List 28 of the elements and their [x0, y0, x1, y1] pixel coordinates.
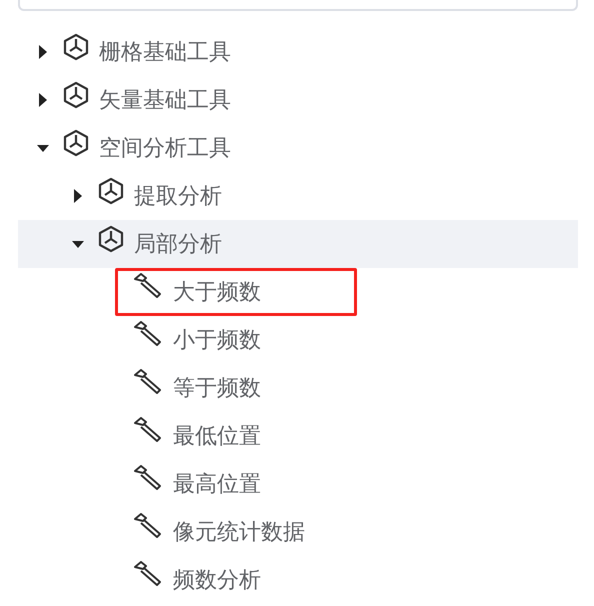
tree-label: 最低位置	[173, 423, 261, 451]
tree-label: 矢量基础工具	[99, 87, 231, 115]
cube-icon	[98, 225, 124, 253]
tree-label: 最高位置	[173, 471, 261, 499]
tree-label: 等于频数	[173, 375, 261, 403]
tree-label: 小于频数	[173, 327, 261, 355]
hammer-icon	[133, 465, 163, 491]
caret-icon[interactable]	[37, 93, 49, 107]
caret-icon[interactable]	[72, 189, 84, 203]
hammer-icon	[133, 321, 163, 347]
hammer-icon	[133, 513, 163, 539]
hammer-icon	[133, 417, 163, 443]
hammer-icon	[133, 369, 163, 395]
caret-icon[interactable]	[37, 45, 49, 59]
tree-label: 局部分析	[134, 231, 222, 259]
hammer-icon	[133, 273, 163, 299]
tree-label: 提取分析	[134, 183, 222, 211]
hammer-icon	[133, 561, 163, 587]
tree-row[interactable]: 局部分析	[18, 220, 578, 268]
cube-icon	[63, 33, 89, 61]
tree-label: 频数分析	[173, 567, 261, 595]
tree-label: 大于频数	[173, 279, 261, 307]
cube-icon	[63, 129, 89, 157]
tree-label: 空间分析工具	[99, 135, 231, 163]
cube-icon	[98, 177, 124, 205]
tree-label: 像元统计数据	[173, 519, 305, 547]
tree-label: 栅格基础工具	[99, 39, 231, 67]
cube-icon	[63, 81, 89, 109]
